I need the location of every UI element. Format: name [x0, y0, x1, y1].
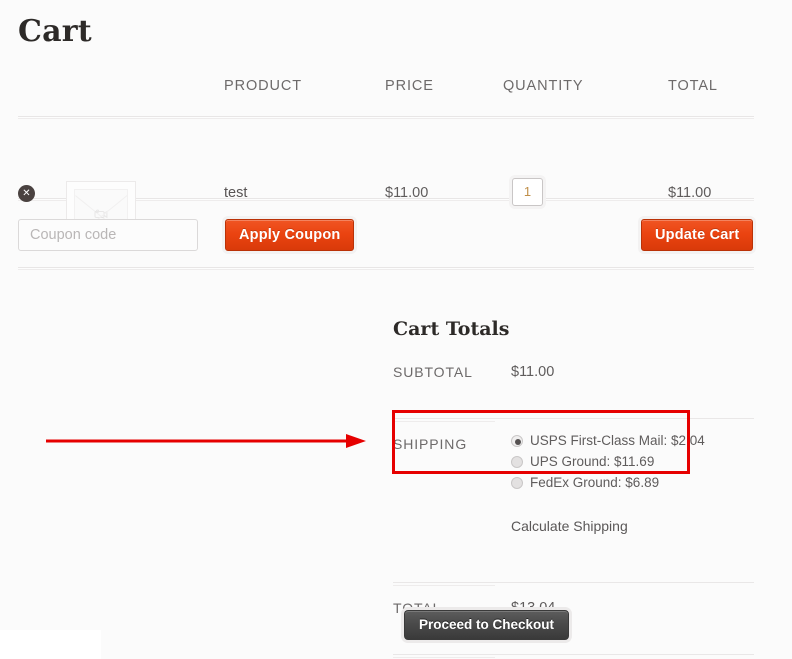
shipping-label: SHIPPING	[393, 436, 468, 452]
calculate-shipping-link[interactable]: Calculate Shipping	[511, 518, 628, 534]
cart-totals-title: Cart Totals	[393, 318, 510, 340]
shipping-options: USPS First-Class Mail: $2.04 UPS Ground:…	[511, 433, 705, 496]
cart-table-header: PRODUCT PRICE QUANTITY TOTAL	[18, 78, 754, 116]
shipping-divider	[393, 582, 754, 586]
subtotal-label: SUBTOTAL	[393, 364, 473, 380]
shipping-option-label: USPS First-Class Mail: $2.04	[530, 433, 705, 448]
column-header-product: PRODUCT	[224, 78, 302, 94]
product-name[interactable]: test	[224, 185, 247, 201]
page-title: Cart	[18, 14, 92, 49]
radio-icon-ups[interactable]	[511, 455, 523, 468]
annotation-arrow	[46, 434, 366, 448]
coupon-code-input[interactable]	[18, 219, 198, 251]
apply-coupon-button[interactable]: Apply Coupon	[225, 219, 355, 251]
remove-item-button[interactable]: ✕	[18, 185, 35, 202]
total-divider	[393, 654, 754, 658]
cart-table: PRODUCT PRICE QUANTITY TOTAL ✕ test $11.…	[18, 78, 754, 270]
shipping-option-fedex[interactable]: FedEx Ground: $6.89	[511, 475, 705, 490]
cart-totals: Cart Totals SUBTOTAL $11.00 SHIPPING USP…	[393, 318, 754, 659]
subtotal-value: $11.00	[511, 364, 555, 380]
shipping-option-ups[interactable]: UPS Ground: $11.69	[511, 454, 705, 469]
cart-page: Cart PRODUCT PRICE QUANTITY TOTAL ✕ test…	[0, 0, 792, 659]
product-line-total: $11.00	[668, 185, 712, 201]
shipping-row: SHIPPING USPS First-Class Mail: $2.04 UP…	[393, 433, 754, 534]
update-cart-button[interactable]: Update Cart	[641, 219, 754, 251]
table-row: ✕ test $11.00 1 $11.00	[18, 119, 754, 251]
subtotal-row: SUBTOTAL $11.00	[393, 364, 754, 408]
radio-icon-fedex[interactable]	[511, 476, 523, 489]
coupon-row-divider	[18, 267, 754, 270]
shipping-option-label: FedEx Ground: $6.89	[530, 475, 660, 490]
column-header-total: TOTAL	[668, 78, 718, 94]
column-header-price: PRICE	[385, 78, 434, 94]
product-price: $11.00	[385, 185, 429, 201]
shipping-option-label: UPS Ground: $11.69	[530, 454, 655, 469]
proceed-to-checkout-button[interactable]: Proceed to Checkout	[404, 610, 570, 640]
coupon-row: Apply Coupon Update Cart	[18, 201, 754, 267]
page-bottom-white-area	[0, 630, 101, 659]
column-header-quantity: QUANTITY	[503, 78, 584, 94]
shipping-option-usps[interactable]: USPS First-Class Mail: $2.04	[511, 433, 705, 448]
subtotal-divider	[393, 418, 754, 422]
radio-icon-usps[interactable]	[511, 434, 523, 447]
